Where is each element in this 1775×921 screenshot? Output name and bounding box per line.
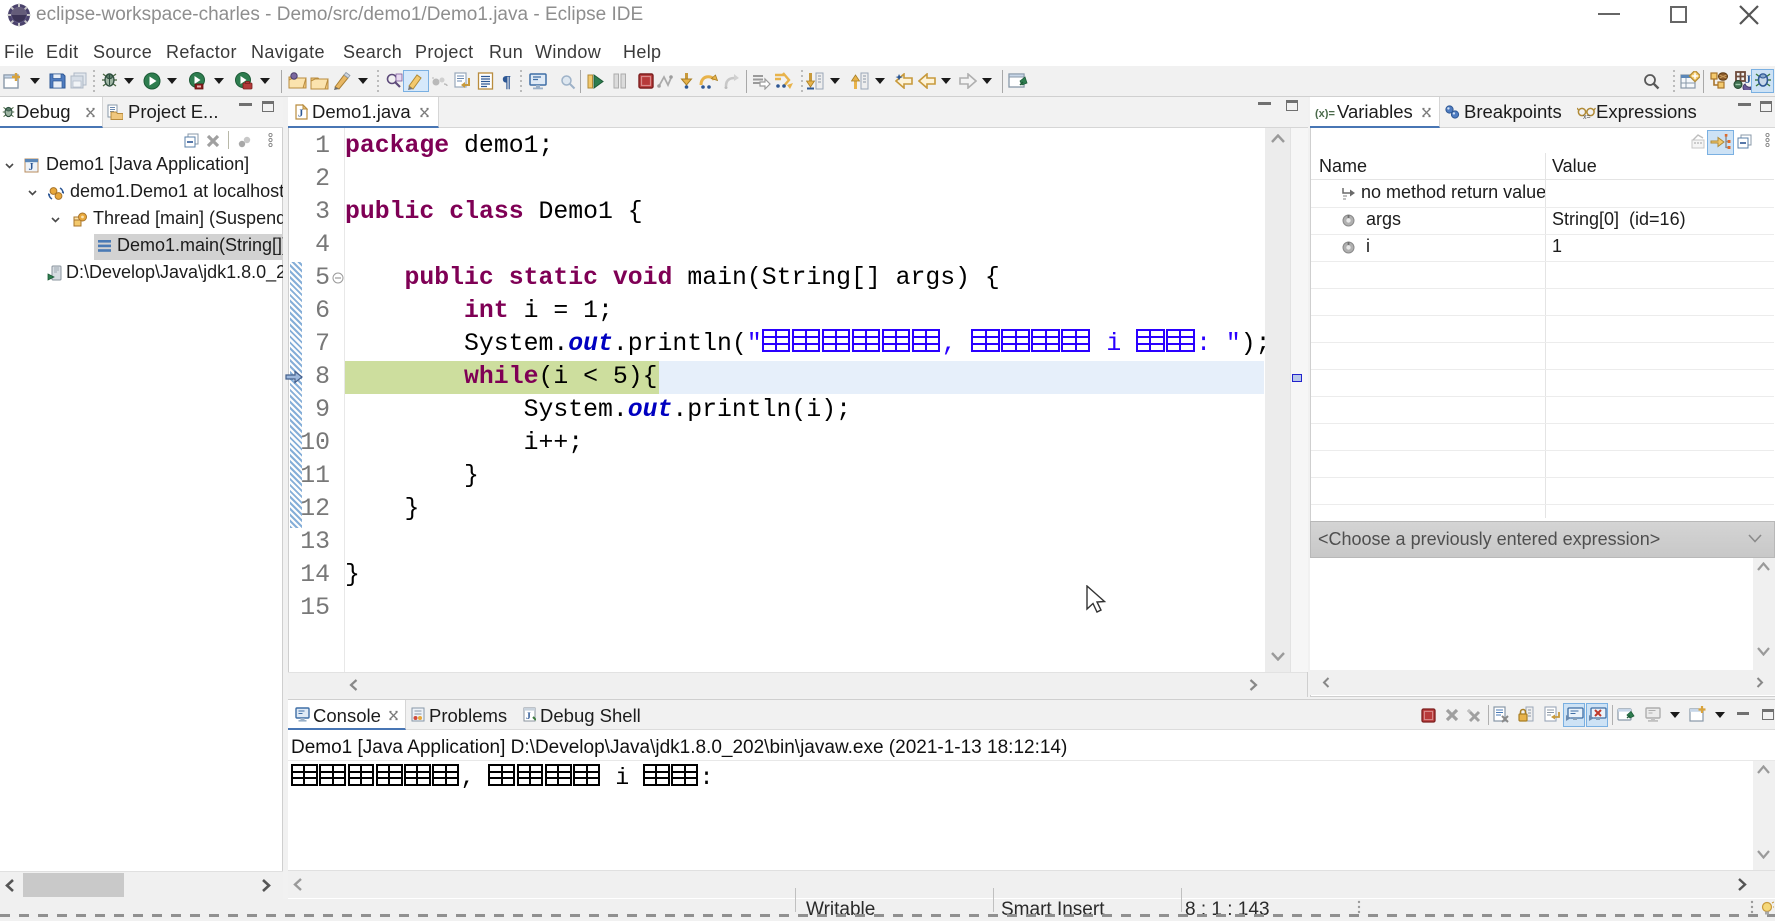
svg-text:¶: ¶ (502, 72, 511, 90)
svg-text:(x)=: (x)= (1315, 108, 1335, 119)
svg-text:J: J (526, 712, 531, 722)
svg-text:x=: x= (1583, 114, 1591, 119)
svg-text:J: J (29, 162, 34, 173)
svg-text:J: J (298, 109, 303, 120)
